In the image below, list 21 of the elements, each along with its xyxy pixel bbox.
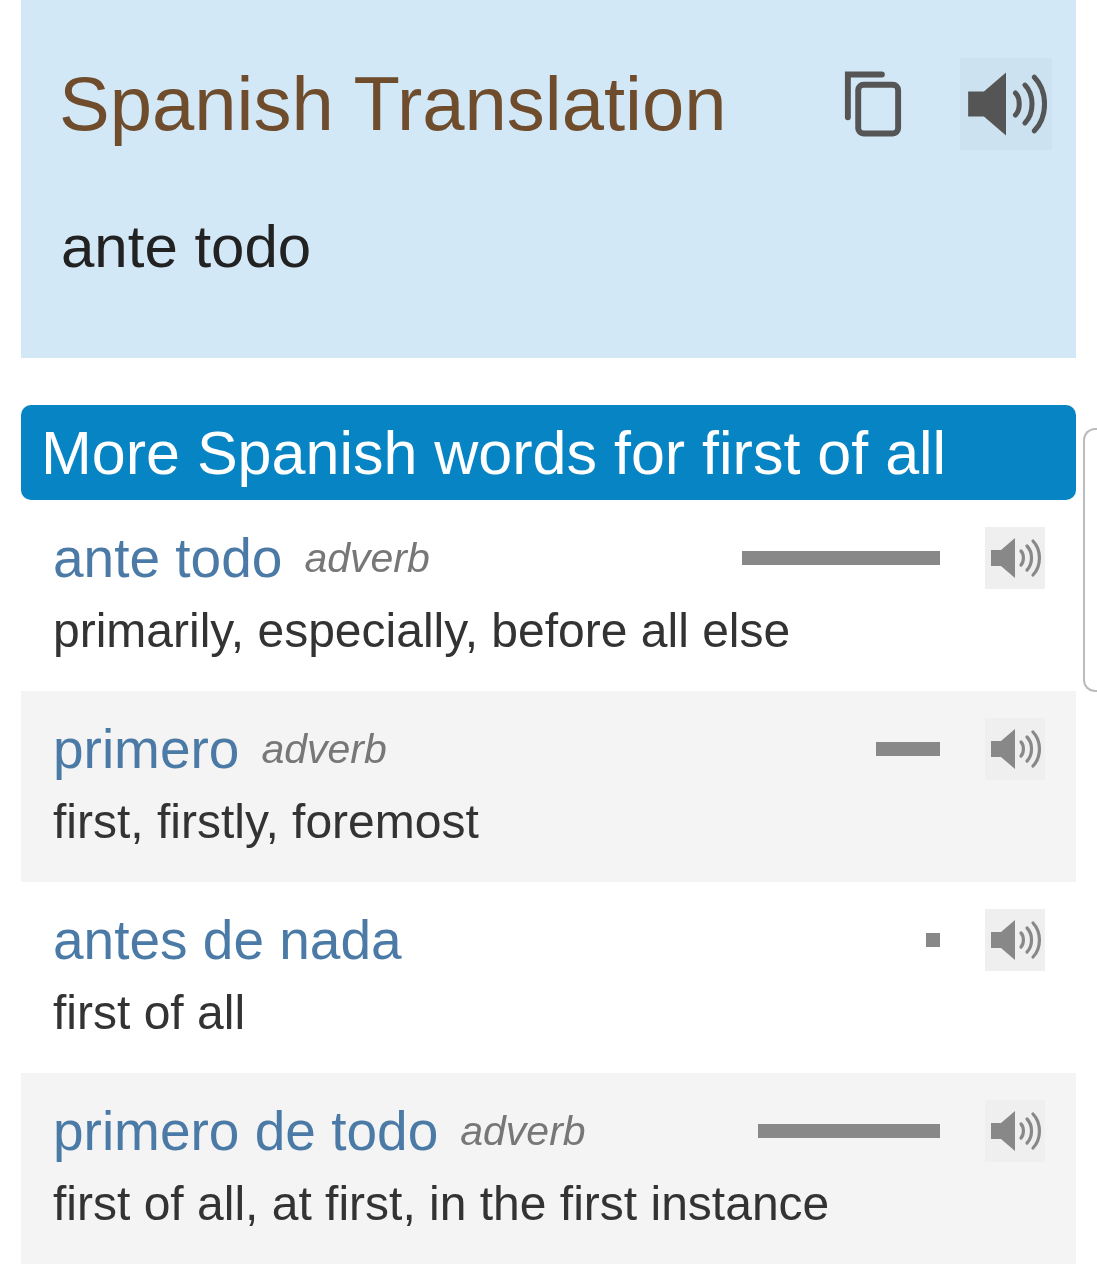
- speaker-icon[interactable]: [985, 527, 1045, 589]
- definition-text: first of all, at first, in the first instance: [53, 1176, 830, 1232]
- panel-title: Spanish Translation: [59, 60, 728, 148]
- speaker-icon[interactable]: [960, 58, 1052, 150]
- speaker-icon[interactable]: [985, 909, 1045, 971]
- definition-text: first, firstly, foremost: [53, 794, 479, 850]
- part-of-speech: adverb: [261, 725, 387, 774]
- spanish-word-link[interactable]: primero de todo: [53, 1098, 439, 1164]
- speaker-icon[interactable]: [985, 718, 1045, 780]
- spanish-word-link[interactable]: antes de nada: [53, 907, 402, 973]
- section-heading: More Spanish words for first of all: [41, 417, 947, 489]
- definition-text: first of all: [53, 985, 246, 1041]
- speaker-icon[interactable]: [985, 1100, 1045, 1162]
- definition-text: primarily, especially, before all else: [53, 603, 791, 659]
- part-of-speech: adverb: [460, 1107, 586, 1156]
- part-of-speech: adverb: [304, 534, 430, 583]
- copy-icon[interactable]: [843, 70, 903, 138]
- spanish-word-link[interactable]: ante todo: [53, 525, 283, 591]
- spanish-word-link[interactable]: primero: [53, 716, 240, 782]
- translation-text: ante todo: [61, 212, 312, 282]
- edge-panel-handle[interactable]: [1083, 428, 1097, 692]
